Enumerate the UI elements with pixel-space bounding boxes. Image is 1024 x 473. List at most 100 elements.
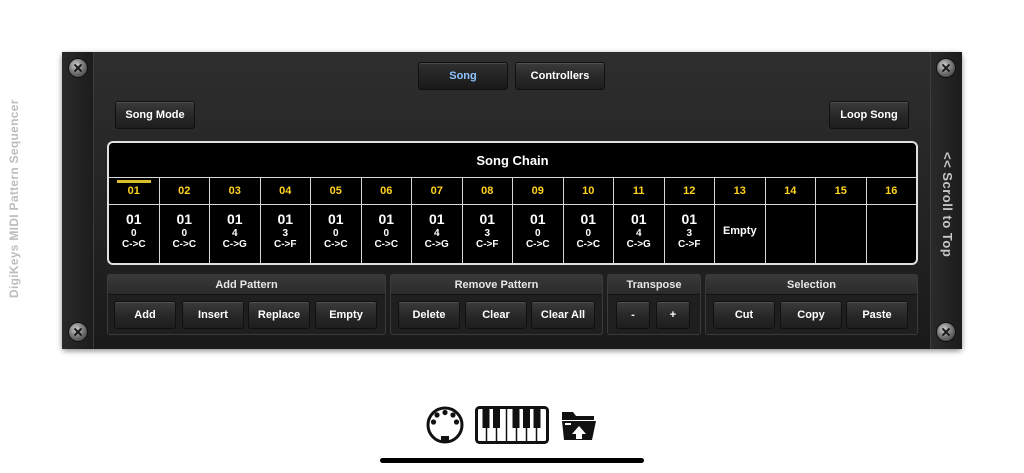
transpose-up-button[interactable]: + [656, 301, 690, 329]
slot-index-cell[interactable]: 13 [715, 178, 766, 204]
slot-note-mapping: C->C [576, 239, 601, 250]
piano-keyboard-icon[interactable] [475, 406, 549, 444]
slot-empty-label: Empty [722, 225, 757, 237]
folder-icon[interactable] [560, 408, 598, 442]
slot-index-label: 13 [733, 185, 746, 197]
slot-index-label: 12 [683, 185, 696, 197]
slot-pattern-cell[interactable]: 01 3 C->F [665, 205, 715, 263]
screw-icon [936, 322, 956, 342]
home-indicator [380, 458, 644, 463]
slot-pattern-number: 01 [277, 211, 294, 227]
slot-note-mapping: C->G [626, 239, 651, 250]
slot-note-mapping: C->F [274, 239, 297, 250]
slot-index-cell[interactable]: 16 [867, 178, 917, 204]
slot-pattern-number: 01 [428, 211, 445, 227]
slot-pattern-number: 01 [479, 211, 496, 227]
clear-button[interactable]: Clear [465, 301, 527, 329]
slot-index-cell[interactable]: 14 [766, 178, 816, 204]
slot-transpose-value: 0 [332, 228, 339, 239]
slot-index-cell[interactable]: 10 [564, 178, 614, 204]
slot-pattern-cell[interactable]: 01 4 C->G [614, 205, 665, 263]
slot-transpose-value: 0 [181, 228, 188, 239]
slot-index-cell[interactable]: 11 [614, 178, 665, 204]
slot-note-mapping: C->C [172, 239, 197, 250]
slot-index-cell[interactable]: 15 [816, 178, 867, 204]
slot-pattern-cell[interactable]: 01 3 C->F [463, 205, 513, 263]
slot-pattern-cell[interactable]: 01 4 C->G [412, 205, 463, 263]
slot-pattern-number: 01 [176, 211, 193, 227]
slot-index-label: 09 [531, 185, 544, 197]
slot-note-mapping: C->F [476, 239, 499, 250]
slot-pattern-cell[interactable]: 01 0 C->C [513, 205, 564, 263]
slot-index-label: 01 [127, 185, 140, 197]
slot-index-label: 14 [784, 185, 797, 197]
tab-controllers[interactable]: Controllers [515, 62, 605, 90]
paste-button[interactable]: Paste [846, 301, 908, 329]
slot-pattern-cell[interactable]: 01 0 C->C [311, 205, 362, 263]
slot-index-label: 06 [380, 185, 393, 197]
slot-pattern-number: 01 [327, 211, 344, 227]
slot-index-cell[interactable]: 04 [261, 178, 311, 204]
screw-icon [68, 322, 88, 342]
song-chain-grid: Song Chain 01 02 03 04 05 06 07 08 09 10 11 12 13 14 1… [107, 141, 918, 265]
slot-pattern-cell[interactable]: 01 4 C->G [210, 205, 261, 263]
slot-pattern-number: 01 [630, 211, 647, 227]
slot-index-cell[interactable]: 08 [463, 178, 513, 204]
cut-button[interactable]: Cut [713, 301, 775, 329]
insert-button[interactable]: Insert [182, 301, 244, 329]
slot-index-label: 08 [481, 185, 494, 197]
clear-all-button[interactable]: Clear All [531, 301, 595, 329]
slot-transpose-value: 3 [484, 228, 491, 239]
slot-index-cell[interactable]: 05 [311, 178, 362, 204]
slot-pattern-number: 01 [580, 211, 597, 227]
slot-index-label: 11 [632, 185, 645, 197]
slot-index-cell[interactable]: 12 [665, 178, 715, 204]
empty-button[interactable]: Empty [315, 301, 377, 329]
song-mode-button[interactable]: Song Mode [115, 101, 195, 129]
slot-index-cell[interactable]: 02 [160, 178, 210, 204]
slot-note-mapping: C->C [121, 239, 146, 250]
slot-pattern-cell[interactable]: 01 0 C->C [564, 205, 614, 263]
replace-button[interactable]: Replace [248, 301, 310, 329]
slot-pattern-cell[interactable]: 01 3 C->F [261, 205, 311, 263]
transpose-title: Transpose [608, 275, 700, 295]
remove-pattern-title: Remove Pattern [391, 275, 602, 295]
tab-song[interactable]: Song [418, 62, 508, 90]
slot-pattern-cell[interactable] [766, 205, 816, 263]
slot-index-label: 04 [279, 185, 292, 197]
slot-index-cell[interactable]: 01 [109, 178, 160, 204]
transpose-down-button[interactable]: - [616, 301, 650, 329]
slot-index-label: 16 [885, 185, 898, 197]
slot-index-cell[interactable]: 09 [513, 178, 564, 204]
slot-transpose-value: 3 [686, 228, 693, 239]
left-rack-rail [62, 52, 94, 349]
slot-index-cell[interactable]: 03 [210, 178, 261, 204]
slot-pattern-number: 01 [125, 211, 142, 227]
slot-transpose-value: 0 [383, 228, 390, 239]
add-button[interactable]: Add [114, 301, 176, 329]
slot-pattern-cell[interactable] [867, 205, 917, 263]
slot-pattern-cell[interactable]: 01 0 C->C [109, 205, 160, 263]
slot-note-mapping: C->G [424, 239, 449, 250]
screw-icon [936, 58, 956, 78]
slot-index-cell[interactable]: 06 [362, 178, 412, 204]
slot-index-label: 10 [582, 185, 595, 197]
slot-index-cell[interactable]: 07 [412, 178, 463, 204]
slot-pattern-number: 01 [226, 211, 243, 227]
loop-song-button[interactable]: Loop Song [829, 101, 909, 129]
slot-pattern-cell[interactable]: Empty [715, 205, 766, 263]
slot-pattern-cell[interactable]: 01 0 C->C [362, 205, 412, 263]
delete-button[interactable]: Delete [398, 301, 460, 329]
slot-index-row: 01 02 03 04 05 06 07 08 09 10 11 12 13 14 15 16 [109, 178, 916, 205]
slot-index-label: 03 [228, 185, 241, 197]
copy-button[interactable]: Copy [780, 301, 842, 329]
slot-pattern-cell[interactable] [816, 205, 867, 263]
slot-index-label: 07 [430, 185, 443, 197]
selection-title: Selection [706, 275, 917, 295]
song-chain-title: Song Chain [109, 143, 916, 178]
slot-transpose-value: 0 [585, 228, 592, 239]
add-pattern-title: Add Pattern [108, 275, 385, 295]
bottom-dock [425, 404, 600, 444]
slot-pattern-cell[interactable]: 01 0 C->C [160, 205, 210, 263]
midi-connector-icon[interactable] [425, 406, 465, 444]
